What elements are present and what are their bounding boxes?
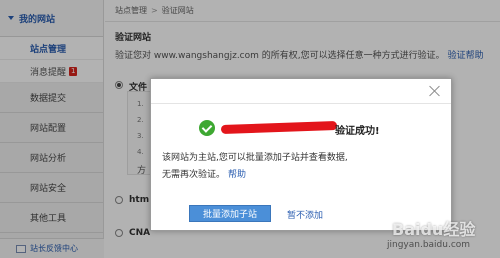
dialog-header	[151, 79, 451, 104]
success-check-icon	[199, 120, 215, 136]
dialog-message-line2-text: 无需再次验证。	[162, 170, 226, 180]
skip-add-link[interactable]: 暂不添加	[287, 208, 323, 221]
redacted-domain-mark	[220, 120, 338, 135]
close-icon[interactable]	[429, 85, 441, 97]
dialog-message-line2: 无需再次验证。 帮助	[162, 167, 246, 180]
dialog-help-link[interactable]: 帮助	[228, 170, 246, 180]
baidu-jingyan-watermark: Baidu经验	[392, 220, 476, 239]
watermark-url: jingyan.baidu.com	[387, 240, 471, 250]
success-title: 验证成功!	[335, 126, 380, 137]
verify-success-dialog: 验证成功! 该网站为主站,您可以批量添加子站并查看数据, 无需再次验证。 帮助 批…	[150, 78, 452, 231]
batch-add-subsites-button[interactable]: 批量添加子站	[189, 205, 271, 222]
dialog-message-line1: 该网站为主站,您可以批量添加子站并查看数据,	[162, 153, 348, 163]
